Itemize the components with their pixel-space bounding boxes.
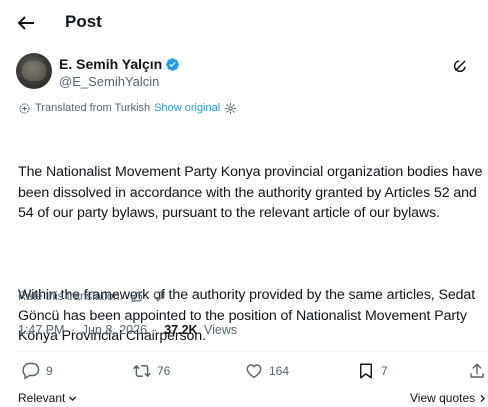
bookmark-count: 7 xyxy=(381,364,388,378)
tweet-paragraph: The Nationalist Movement Party Konya pro… xyxy=(18,164,487,221)
bookmark-button[interactable]: 7 xyxy=(357,362,388,380)
views-label: Views xyxy=(204,323,238,337)
like-button[interactable]: 164 xyxy=(245,362,289,380)
like-count: 164 xyxy=(269,364,290,378)
gear-icon[interactable] xyxy=(224,102,237,115)
display-name[interactable]: E. Semih Yalçın xyxy=(59,55,162,73)
rate-label: Rate this translation: xyxy=(18,290,123,303)
reply-icon xyxy=(22,362,40,380)
translate-icon xyxy=(19,102,30,114)
meta-separator: · xyxy=(153,323,158,337)
view-quotes-label: View quotes xyxy=(410,391,476,405)
post-header: Post xyxy=(0,0,488,46)
verified-badge-icon[interactable] xyxy=(165,57,180,72)
avatar[interactable] xyxy=(16,53,52,89)
repost-count: 76 xyxy=(157,364,171,378)
divider xyxy=(16,351,488,352)
page-title: Post xyxy=(65,12,102,31)
action-bar: 9 76 164 7 xyxy=(0,362,488,388)
translation-notice: Translated from Turkish Show original xyxy=(18,101,237,115)
rate-translation: Rate this translation: xyxy=(18,290,165,303)
repost-button[interactable]: 76 xyxy=(133,362,170,380)
share-icon xyxy=(470,363,484,378)
meta-separator: · xyxy=(71,323,76,337)
back-button[interactable] xyxy=(14,11,38,35)
views-count: 37.2K xyxy=(164,323,198,337)
heart-icon xyxy=(246,364,262,379)
sort-replies-dropdown[interactable]: Relevant xyxy=(18,391,77,405)
reply-count: 9 xyxy=(46,364,53,378)
sort-label: Relevant xyxy=(18,391,66,405)
post-meta: 1:47 PM · Jun 8, 2026 · 37.2K Views xyxy=(18,322,237,338)
grok-icon[interactable] xyxy=(451,57,469,75)
translated-label: Translated from Turkish xyxy=(35,102,151,114)
share-button[interactable] xyxy=(468,362,486,380)
reply-button[interactable]: 9 xyxy=(22,362,53,380)
user-handle[interactable]: @E_SemihYalcin xyxy=(59,74,159,90)
post-time[interactable]: 1:47 PM xyxy=(18,323,65,337)
post-date[interactable]: Jun 8, 2026 xyxy=(82,323,147,337)
repost-icon xyxy=(133,364,151,378)
display-name-row: E. Semih Yalçın xyxy=(59,55,180,73)
bookmark-icon xyxy=(360,363,372,379)
chevron-down-icon xyxy=(69,395,77,401)
thumbs-down-icon[interactable] xyxy=(152,290,165,303)
show-original-link[interactable]: Show original xyxy=(154,101,220,115)
replies-footer: Relevant View quotes xyxy=(0,389,488,407)
chevron-right-icon xyxy=(480,394,486,402)
thumbs-up-icon[interactable] xyxy=(131,290,144,303)
arrow-left-icon xyxy=(17,16,34,30)
author-block: E. Semih Yalçın @E_SemihYalcin xyxy=(16,53,488,93)
view-quotes-link[interactable]: View quotes xyxy=(410,391,487,405)
